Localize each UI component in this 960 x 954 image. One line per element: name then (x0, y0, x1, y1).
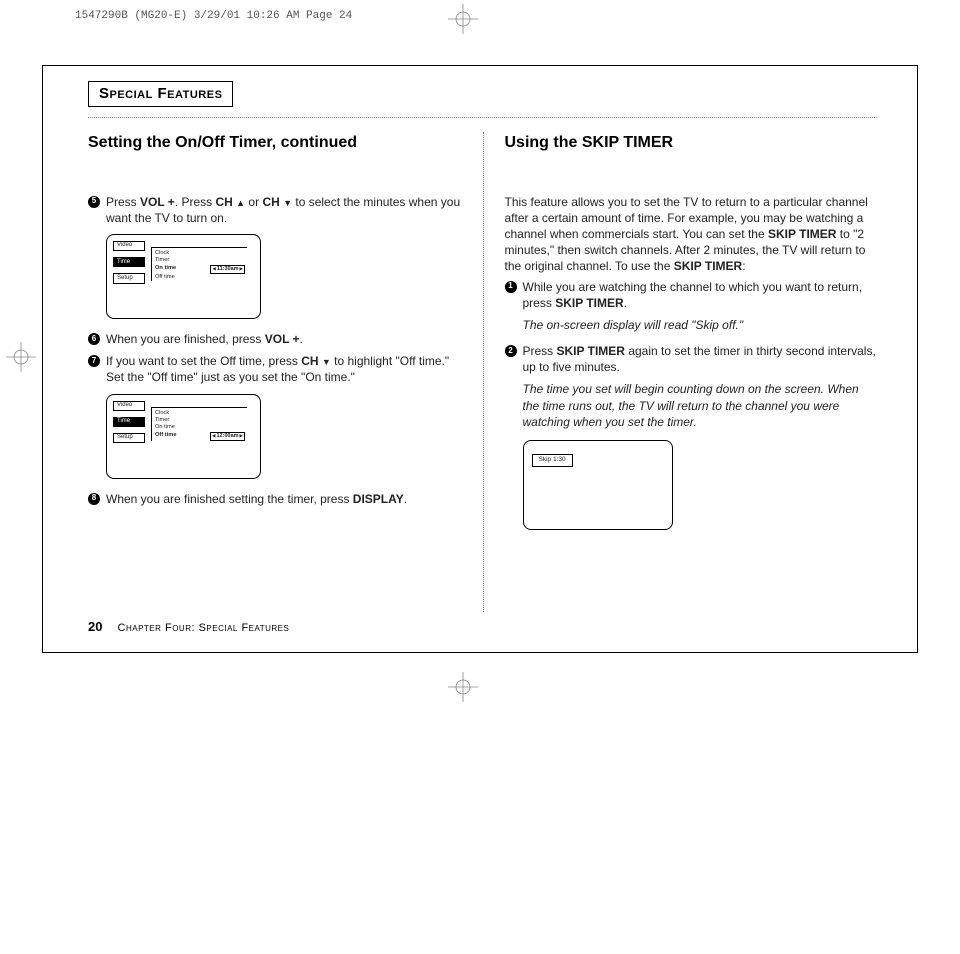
tv-screen-1: Video Time Setup Clock Timer On time11:3… (106, 234, 261, 319)
tv-screen-skip: Skip 1:30 (523, 440, 673, 530)
tv1-ontime-value: 11:30am (210, 265, 245, 274)
tv2-offtime-value: 12:00am (210, 432, 245, 441)
print-slug: 1547290B (MG20-E) 3/29/01 10:26 AM Page … (75, 10, 352, 22)
step-number-icon: 5 (88, 196, 100, 208)
tv2-tab-setup: Setup (113, 433, 145, 443)
step-number-icon: 2 (505, 345, 517, 357)
step-6: 6 When you are finished, press VOL +. (88, 331, 461, 347)
step-5-text: Press VOL +. Press CH or CH to select th… (106, 194, 461, 226)
skip-display-text: Skip 1:30 (532, 454, 573, 467)
skip-step-1-note: The on-screen display will read "Skip of… (523, 317, 878, 333)
step-number-icon: 8 (88, 493, 100, 505)
step-5: 5 Press VOL +. Press CH or CH to select … (88, 194, 461, 226)
step-7-text: If you want to set the Off time, press C… (106, 353, 461, 385)
down-arrow-icon (322, 354, 331, 368)
step-8-text: When you are finished setting the timer,… (106, 491, 461, 507)
section-title: Special Features (88, 81, 233, 107)
tv1-tab-video: Video (113, 241, 145, 251)
tv2-tab-time: Time (113, 417, 145, 427)
section-title-text: Special Features (99, 85, 222, 102)
step-8: 8 When you are finished setting the time… (88, 491, 461, 507)
right-heading: Using the SKIP TIMER (505, 132, 878, 154)
left-column: Setting the On/Off Timer, continued 5 Pr… (88, 132, 483, 612)
divider-horizontal (88, 117, 877, 118)
step-7: 7 If you want to set the Off time, press… (88, 353, 461, 385)
page-number: 20 (88, 619, 102, 634)
step-number-icon: 6 (88, 333, 100, 345)
tv2-submenu: Clock Timer On time Off time12:00am (151, 407, 247, 441)
tv-screen-2: Video Time Setup Clock Timer On time Off… (106, 394, 261, 479)
skip-step-1-text: While you are watching the channel to wh… (523, 279, 878, 311)
crop-mark-top (448, 4, 478, 34)
chapter-title: Chapter Four: Special Features (118, 622, 290, 634)
skip-intro: This feature allows you to set the TV to… (505, 194, 878, 275)
skip-step-2-text: Press SKIP TIMER again to set the timer … (523, 343, 878, 375)
tv2-tab-video: Video (113, 401, 145, 411)
up-arrow-icon (236, 195, 245, 209)
tv1-tab-setup: Setup (113, 273, 145, 283)
step-number-icon: 7 (88, 355, 100, 367)
crop-mark-center (448, 672, 478, 707)
divider-vertical (483, 132, 484, 612)
skip-step-1: 1 While you are watching the channel to … (505, 279, 878, 311)
skip-step-2: 2 Press SKIP TIMER again to set the time… (505, 343, 878, 375)
skip-step-2-note: The time you set will begin counting dow… (523, 381, 878, 430)
tv1-submenu: Clock Timer On time11:30am Off time (151, 247, 247, 281)
right-column: Using the SKIP TIMER This feature allows… (483, 132, 878, 612)
page-footer: 20 Chapter Four: Special Features (88, 619, 289, 634)
crop-mark-left (6, 342, 36, 377)
down-arrow-icon (283, 195, 292, 209)
tv1-tab-time: Time (113, 257, 145, 267)
step-number-icon: 1 (505, 281, 517, 293)
left-heading: Setting the On/Off Timer, continued (88, 132, 461, 154)
page-frame: Special Features Setting the On/Off Time… (42, 65, 918, 653)
step-6-text: When you are finished, press VOL +. (106, 331, 461, 347)
